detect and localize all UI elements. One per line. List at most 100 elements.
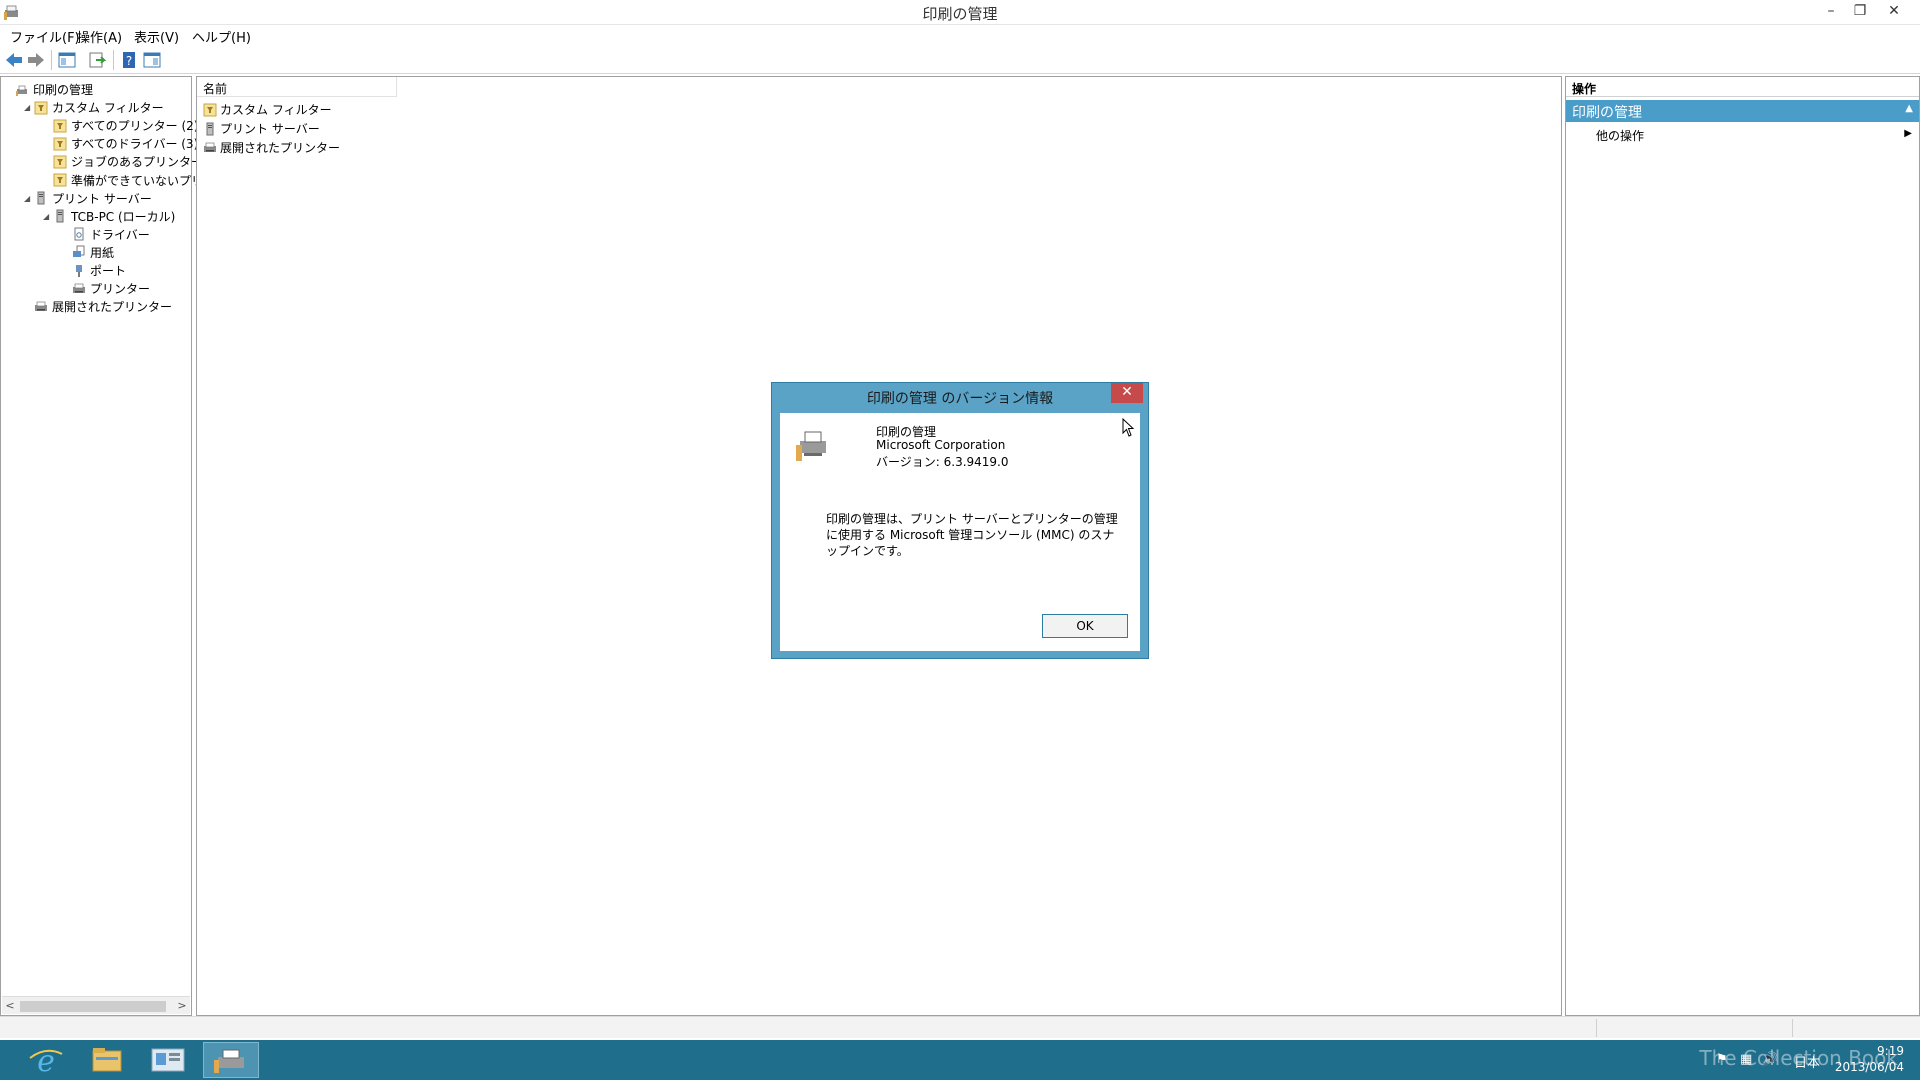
print-management-icon [15,83,29,97]
list-item-label: カスタム フィルター [220,103,332,117]
tree-item[interactable]: ジョブのあるプリンター [43,153,203,171]
actions-more-item[interactable]: 他の操作 ▶ [1596,127,1916,145]
clock-date: 2013/06/04 [1834,1060,1904,1074]
server-icon [203,122,217,136]
dialog-description: 印刷の管理は、プリント サーバーとプリンターの管理に使用する Microsoft… [826,512,1118,558]
actions-header-label: 操作 [1572,82,1597,96]
filter-icon [203,103,217,117]
restore-button[interactable]: ❐ [1845,0,1875,22]
menu-bar: ファイル(F) 操作(A) 表示(V) ヘルプ(H) [0,25,1920,46]
server-icon [34,191,48,205]
expand-arrow-icon[interactable]: ◢ [24,194,34,203]
tree-item-label: 印刷の管理 [33,83,94,97]
taskbar-app-server-manager[interactable] [140,1042,196,1078]
action-center-flag-icon[interactable]: ⚑ [1716,1052,1728,1067]
mouse-cursor-icon [1122,418,1135,437]
list-item[interactable]: カスタム フィルター [203,101,332,119]
list-item[interactable]: 展開されたプリンター [203,139,340,157]
tree-item[interactable]: 用紙 [62,244,114,262]
volume-icon[interactable]: 🔊 [1762,1052,1778,1067]
taskbar-app-internet-explorer[interactable]: e [18,1042,74,1079]
expand-arrow-icon[interactable]: ◢ [43,212,53,221]
menu-view[interactable]: 表示(V) [134,27,179,46]
list-item-label: プリント サーバー [220,122,320,136]
tree-item[interactable]: ◢ プリント サーバー [24,190,152,208]
expand-arrow-icon[interactable]: ◢ [24,103,34,112]
tree-item[interactable]: ◢ カスタム フィルター [24,99,164,117]
tree-item-label: ジョブのあるプリンター [71,155,204,170]
taskbar-clock[interactable]: 9:19 2013/06/04 [1835,1043,1904,1075]
show-hide-action-pane-icon[interactable] [141,49,163,71]
tree-item[interactable]: プリンター [62,280,150,298]
file-explorer-icon [92,1048,122,1072]
actions-section-title: 印刷の管理 [1572,105,1642,121]
actions-more-label: 他の操作 [1596,129,1645,143]
actions-header: 操作 [1566,77,1919,97]
menu-action[interactable]: 操作(A) [77,27,122,46]
taskbar-app-print-management[interactable] [203,1042,259,1078]
printer-icon [72,282,86,296]
dialog-company: Microsoft Corporation [876,438,1006,452]
printer-icon [34,300,48,314]
server-manager-icon [151,1048,185,1072]
filter-icon [34,101,48,115]
forward-arrow-icon[interactable] [25,49,47,71]
taskbar-app-file-explorer[interactable] [79,1042,135,1078]
column-header-name[interactable]: 名前 [197,77,397,97]
collapse-up-icon[interactable]: ▲ [1905,103,1913,114]
print-management-icon [214,1049,244,1073]
dialog-body: 印刷の管理 Microsoft Corporation バージョン: 6.3.9… [780,413,1140,651]
tree-item-label: ドライバー [90,227,150,242]
dialog-close-button[interactable]: ✕ [1111,383,1143,403]
back-arrow-icon[interactable] [3,49,25,71]
status-bar [0,1016,1920,1038]
driver-icon [72,227,86,241]
printer-icon [203,141,217,155]
port-icon [72,264,86,278]
minimize-button[interactable]: – [1816,0,1846,22]
tree-item-label: TCB-PC (ローカル) [71,209,176,224]
printer-snapin-icon [796,431,826,461]
ime-indicator[interactable]: 日本 [1794,1052,1820,1071]
scrollbar-thumb[interactable] [20,1001,166,1012]
dialog-version: バージョン: 6.3.9419.0 [876,455,1009,469]
list-item-label: 展開されたプリンター [220,141,341,155]
tree-item[interactable]: すべてのプリンター (2) [43,117,199,135]
tree-item-label: プリント サーバー [52,191,152,206]
ok-button[interactable]: OK [1042,614,1128,638]
server-icon [53,209,67,223]
menu-file[interactable]: ファイル(F) [10,27,80,46]
dialog-title: 印刷の管理 のバージョン情報 [866,391,1054,407]
scroll-left-button[interactable]: < [2,997,18,1014]
console-tree[interactable]: 印刷の管理 ◢ カスタム フィルター すべてのプリンター (2) すべてのドライバー (… [0,76,239,1016]
tree-item-label: カスタム フィルター [52,101,164,116]
close-window-button[interactable]: ✕ [1879,0,1909,22]
taskbar: e The Collection Book ⚑ ▦ 🔊 日本 9:19 2013… [0,1040,1920,1080]
list-item[interactable]: プリント サーバー [203,120,320,138]
tree-item[interactable]: ポート [62,262,126,280]
show-hide-tree-icon[interactable] [56,49,78,71]
actions-section-print-management[interactable]: 印刷の管理 ▲ [1566,100,1919,122]
tree-horizontal-scrollbar[interactable]: < > [2,996,190,1014]
filter-icon [53,119,67,133]
filter-icon [53,137,67,151]
tree-item[interactable]: ◢ TCB-PC (ローカル) [43,208,175,226]
submenu-arrow-icon: ▶ [1904,128,1912,139]
tree-item-label: 展開されたプリンター [52,300,173,315]
tree-item[interactable]: 展開されたプリンター [24,298,172,316]
toolbar-separator [113,50,114,70]
svg-text:?: ? [126,54,132,68]
network-icon[interactable]: ▦ [1740,1052,1752,1067]
title-bar: 印刷の管理 – ❐ ✕ [0,0,1920,25]
tree-item[interactable]: 印刷の管理 [5,81,93,99]
filter-icon [53,155,67,169]
clock-time: 9:19 [1877,1044,1904,1058]
scroll-right-button[interactable]: > [174,997,190,1014]
export-list-icon[interactable] [86,49,108,71]
menu-help[interactable]: ヘルプ(H) [192,27,251,46]
filter-icon [53,173,67,187]
tree-item[interactable]: ドライバー [62,226,150,244]
tree-item[interactable]: すべてのドライバー (3) [43,135,198,153]
column-header-label: 名前 [203,82,228,96]
help-icon[interactable]: ? [118,49,140,71]
